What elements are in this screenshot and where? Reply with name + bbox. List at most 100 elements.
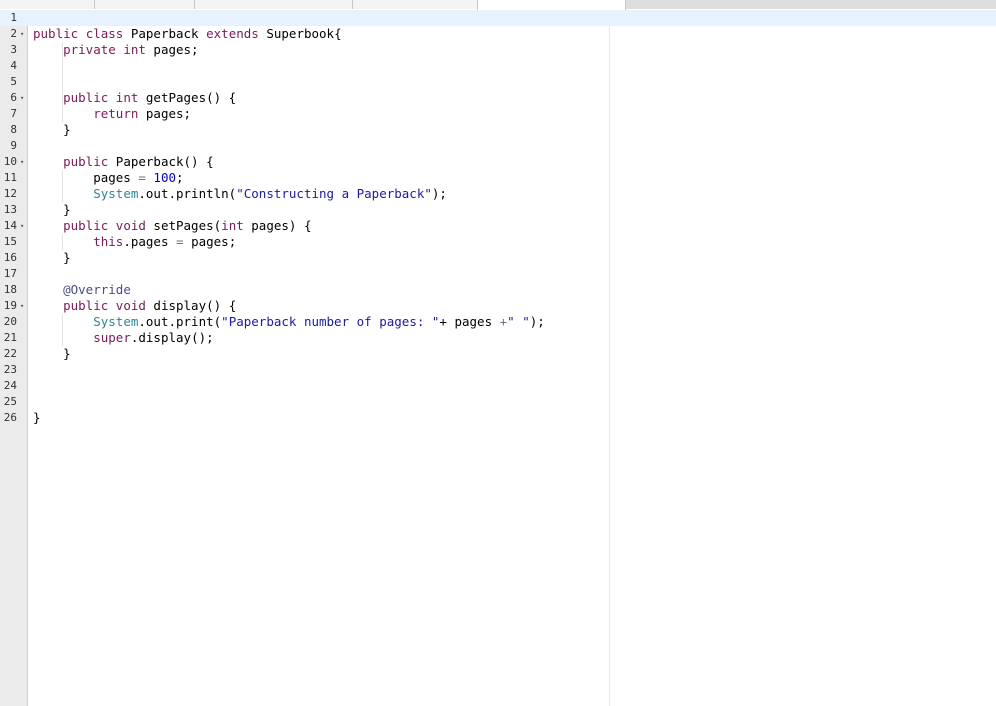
- code-token: }: [33, 202, 71, 217]
- code-line[interactable]: 26}: [0, 410, 996, 426]
- line-number: 19: [3, 299, 17, 312]
- line-number: 13: [3, 203, 17, 216]
- code-token: ;: [176, 170, 184, 185]
- line-number: 3: [10, 43, 17, 56]
- code-line[interactable]: 24: [0, 378, 996, 394]
- code-token: " ": [507, 314, 530, 329]
- code-token: pages;: [145, 42, 199, 57]
- code-token: Paperback: [123, 26, 207, 41]
- code-text: public void setPages(int pages) {: [33, 218, 311, 234]
- line-number: 14: [3, 219, 17, 232]
- code-line[interactable]: 15 this.pages = pages;: [0, 234, 996, 250]
- line-number: 7: [10, 107, 17, 120]
- code-token: void: [115, 298, 146, 313]
- code-line[interactable]: 21 super.display();: [0, 330, 996, 346]
- code-line[interactable]: 19 ▾ public void display() {: [0, 298, 996, 314]
- indent-guide: [62, 42, 63, 122]
- code-line[interactable]: 9: [0, 138, 996, 154]
- line-number: 26: [3, 411, 17, 424]
- fold-toggle-icon[interactable]: ▾: [20, 218, 28, 234]
- line-number: 4: [10, 59, 17, 72]
- code-token: Paperback() {: [108, 154, 214, 169]
- code-token: =: [176, 234, 184, 249]
- code-token: public: [63, 298, 109, 313]
- line-number: 25: [3, 395, 17, 408]
- line-number: 5: [10, 75, 17, 88]
- line-number: 9: [10, 139, 17, 152]
- code-text: super.display();: [33, 330, 213, 346]
- editor-tab[interactable]: [353, 0, 478, 9]
- code-text: @Override: [33, 282, 131, 298]
- code-token: this: [93, 234, 124, 249]
- code-line[interactable]: 2 ▾ public class Paperback extends Superbo…: [0, 26, 996, 42]
- line-number: 18: [3, 283, 17, 296]
- editor-tab[interactable]: [0, 0, 95, 9]
- code-token: "Constructing a Paperback": [236, 186, 432, 201]
- code-line[interactable]: 13 }: [0, 202, 996, 218]
- line-number: 15: [3, 235, 17, 248]
- code-token: private: [63, 42, 116, 57]
- code-text: public class Paperback extends Superbook…: [33, 26, 342, 42]
- code-line[interactable]: 23: [0, 362, 996, 378]
- line-number: 24: [3, 379, 17, 392]
- code-text: }: [33, 250, 71, 266]
- code-token: pages) {: [243, 218, 312, 233]
- code-text: System.out.print("Paperback number of pa…: [33, 314, 545, 330]
- editor-tab[interactable]: [95, 0, 195, 9]
- code-line[interactable]: 20 System.out.print("Paperback number of…: [0, 314, 996, 330]
- fold-toggle-icon[interactable]: ▾: [20, 26, 28, 42]
- code-line[interactable]: 16 }: [0, 250, 996, 266]
- code-line[interactable]: 25: [0, 394, 996, 410]
- code-line[interactable]: 6 ▾ public int getPages() {: [0, 90, 996, 106]
- code-line[interactable]: 12 System.out.println("Constructing a Pa…: [0, 186, 996, 202]
- code-token: public: [63, 218, 109, 233]
- code-text: public void display() {: [33, 298, 236, 314]
- code-token: public: [63, 154, 109, 169]
- code-token: public: [33, 26, 79, 41]
- code-token: System: [93, 186, 139, 201]
- code-token: .out.print(: [138, 314, 222, 329]
- fold-toggle-icon[interactable]: ▾: [20, 298, 28, 314]
- fold-toggle-icon[interactable]: ▾: [20, 90, 28, 106]
- code-token: + pages: [439, 314, 500, 329]
- code-token: pages;: [138, 106, 192, 121]
- code-token: return: [93, 106, 139, 121]
- line-number: 22: [3, 347, 17, 360]
- code-token: public: [63, 90, 109, 105]
- code-line[interactable]: 18 @Override: [0, 282, 996, 298]
- code-line[interactable]: 3 private int pages;: [0, 42, 996, 58]
- editor-tab-active[interactable]: [477, 0, 626, 10]
- code-line[interactable]: 11 pages = 100;: [0, 170, 996, 186]
- fold-toggle-icon[interactable]: ▾: [20, 154, 28, 170]
- code-line[interactable]: 4: [0, 58, 996, 74]
- code-token: }: [33, 250, 71, 265]
- editor-tab[interactable]: [195, 0, 353, 9]
- code-line[interactable]: 8 }: [0, 122, 996, 138]
- code-line[interactable]: 22 }: [0, 346, 996, 362]
- code-token: int: [123, 42, 146, 57]
- code-line[interactable]: 14 ▾ public void setPages(int pages) {: [0, 218, 996, 234]
- line-number: 10: [3, 155, 17, 168]
- code-token: 100: [153, 170, 176, 185]
- code-text: }: [33, 122, 71, 138]
- code-line[interactable]: 17: [0, 266, 996, 282]
- code-line[interactable]: 1: [0, 10, 996, 26]
- tab-bar-empty-area: [626, 0, 996, 9]
- code-line[interactable]: 5: [0, 74, 996, 90]
- code-line[interactable]: 10 ▾ public Paperback() {: [0, 154, 996, 170]
- line-number: 21: [3, 331, 17, 344]
- line-number: 16: [3, 251, 17, 264]
- indent-guide: [62, 234, 63, 250]
- code-line[interactable]: 7 return pages;: [0, 106, 996, 122]
- code-token: =: [138, 170, 146, 185]
- code-token: pages;: [183, 234, 237, 249]
- code-token: .out.println(: [138, 186, 237, 201]
